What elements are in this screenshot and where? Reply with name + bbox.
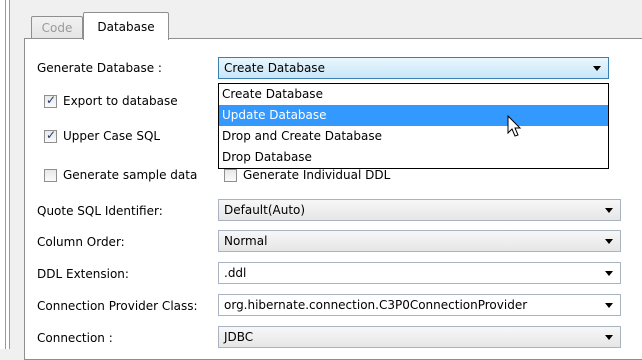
chevron-down-icon <box>605 239 613 244</box>
generate-sample-data-checkbox[interactable]: Generate sample data <box>44 168 197 182</box>
dropdown-option-drop-and-create-database[interactable]: Drop and Create Database <box>219 126 608 147</box>
connection-provider-class-label: Connection Provider Class: <box>37 299 198 313</box>
generate-database-select[interactable]: Create Database <box>218 57 609 79</box>
checkmark-icon <box>44 128 57 143</box>
chevron-down-icon <box>593 66 601 71</box>
checkbox-box <box>224 168 237 182</box>
checkmark-icon <box>44 93 57 108</box>
border-line <box>5 0 6 349</box>
quote-sql-identifier-select[interactable]: Default(Auto) <box>218 199 621 221</box>
export-to-database-label: Export to database <box>63 94 178 108</box>
generate-individual-ddl-checkbox[interactable]: Generate Individual DDL <box>224 168 390 182</box>
tab-code[interactable]: Code <box>31 16 83 39</box>
dropdown-option-drop-database[interactable]: Drop Database <box>219 147 608 168</box>
connection-provider-class-combo[interactable]: org.hibernate.connection.C3P0ConnectionP… <box>218 294 621 316</box>
generate-sample-data-label: Generate sample data <box>63 168 198 182</box>
connection-label: Connection : <box>37 331 113 345</box>
column-order-select[interactable]: Normal <box>218 230 621 252</box>
quote-sql-identifier-value: Default(Auto) <box>224 203 306 217</box>
generate-individual-ddl-label: Generate Individual DDL <box>243 168 391 182</box>
connection-provider-class-value: org.hibernate.connection.C3P0ConnectionP… <box>224 298 528 312</box>
border-line <box>9 0 10 349</box>
upper-case-sql-checkbox[interactable]: Upper Case SQL <box>44 128 161 143</box>
chevron-down-icon <box>605 271 613 276</box>
ddl-extension-combo[interactable]: .ddl <box>218 262 621 284</box>
generate-database-dropdown-list: Create Database Update Database Drop and… <box>218 83 609 169</box>
ddl-extension-value: .ddl <box>224 266 247 280</box>
chevron-down-icon <box>605 303 613 308</box>
column-order-label: Column Order: <box>37 235 125 249</box>
column-order-value: Normal <box>224 234 268 248</box>
quote-sql-identifier-label: Quote SQL Identifier: <box>37 204 163 218</box>
connection-select[interactable]: JDBC <box>218 326 621 348</box>
dropdown-option-create-database[interactable]: Create Database <box>219 84 608 105</box>
chevron-down-icon <box>605 208 613 213</box>
mouse-pointer-icon <box>507 115 522 137</box>
dropdown-option-update-database[interactable]: Update Database <box>219 105 608 126</box>
ddl-extension-label: DDL Extension: <box>37 267 129 281</box>
upper-case-sql-label: Upper Case SQL <box>63 129 161 143</box>
export-to-database-checkbox[interactable]: Export to database <box>44 93 178 108</box>
connection-value: JDBC <box>224 330 254 344</box>
chevron-down-icon <box>605 335 613 340</box>
generate-database-value: Create Database <box>224 61 325 75</box>
tab-database[interactable]: Database <box>83 12 169 40</box>
checkbox-box <box>44 168 57 182</box>
generate-database-label: Generate Database : <box>37 61 162 75</box>
